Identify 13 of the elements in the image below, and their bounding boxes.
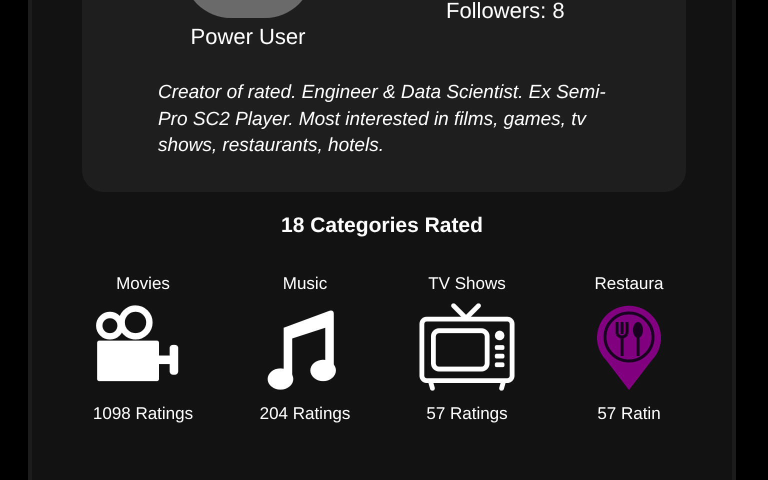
user-role: Power User [190, 24, 306, 50]
category-label[interactable]: Music [282, 274, 328, 294]
profile-bio: Creator of rated. Engineer & Data Scientist. Ex Semi-Pro SC2 Player. Most interested in films, games, tv shows, restaurants, hotels. [158, 81, 607, 158]
television-icon[interactable] [419, 302, 515, 392]
ratings-count: 57 Ratings [426, 404, 508, 424]
ratings-count: 57 Ratin [597, 404, 661, 424]
categories-heading: 18 Categories Rated [281, 214, 483, 238]
ratings-count: 1098 Ratings [92, 404, 194, 424]
ratings-count: 204 Ratings [260, 404, 350, 424]
category-label[interactable]: Restaura [594, 274, 664, 294]
category-label[interactable]: Movies [116, 274, 170, 294]
followers-count[interactable]: Followers: 8 [446, 0, 565, 50]
category-label[interactable]: TV Shows [428, 274, 506, 294]
